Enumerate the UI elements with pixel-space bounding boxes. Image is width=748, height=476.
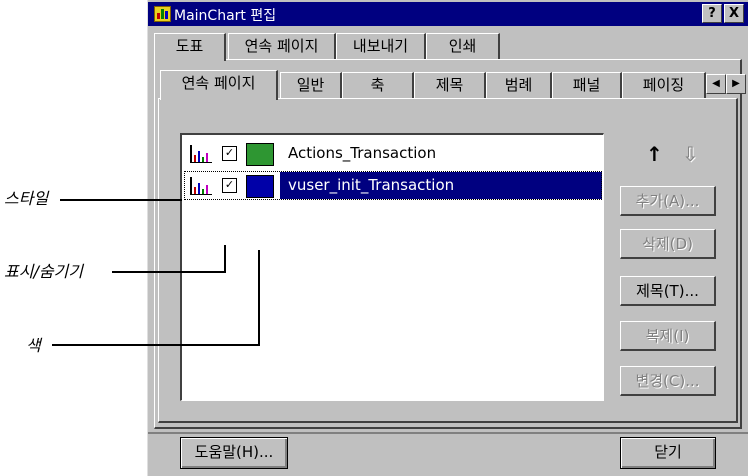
color-swatch[interactable] xyxy=(246,175,274,198)
callout-style-label: 스타일 xyxy=(4,189,49,208)
series-label: vuser_init_Transaction xyxy=(288,176,455,194)
close-button[interactable]: 닫기 xyxy=(620,437,716,469)
callout-show-hide-line-vertical xyxy=(224,245,226,273)
tab-chart[interactable]: 도표 xyxy=(154,33,226,61)
subtab-panel[interactable]: 패널 xyxy=(552,72,622,98)
chart-app-icon xyxy=(154,6,171,22)
visibility-checkbox[interactable]: ✓ xyxy=(222,178,237,193)
series-label: Actions_Transaction xyxy=(288,144,437,162)
subtab-title[interactable]: 제목 xyxy=(414,72,486,98)
add-button[interactable]: 추가(A)... xyxy=(620,186,716,216)
bar-chart-icon xyxy=(190,145,212,163)
delete-button[interactable]: 삭제(D) xyxy=(620,229,716,259)
list-item[interactable]: ✓ Actions_Transaction xyxy=(184,139,602,168)
visibility-checkbox[interactable]: ✓ xyxy=(222,146,237,161)
subtab-axis[interactable]: 축 xyxy=(342,72,414,98)
tab-export[interactable]: 내보내기 xyxy=(336,33,426,59)
subtab-series-page[interactable]: 연속 페이지 xyxy=(160,70,278,100)
change-button[interactable]: 변경(C)... xyxy=(620,366,716,396)
callout-color-label: 색 xyxy=(26,336,41,355)
move-up-arrow-icon[interactable]: ↑ xyxy=(646,142,663,166)
subtab-legend[interactable]: 범례 xyxy=(486,72,552,98)
tab-scroll-left-icon[interactable]: ◀ xyxy=(706,74,726,94)
bar-chart-icon xyxy=(190,177,212,195)
title-button[interactable]: 제목(T)... xyxy=(620,276,716,306)
title-bar[interactable]: MainChart 편집 ? X xyxy=(148,2,748,26)
tab-scroll-right-icon[interactable]: ▶ xyxy=(726,74,746,94)
help-button[interactable]: 도움말(H)... xyxy=(180,437,288,469)
subtab-paging[interactable]: 페이징 xyxy=(622,72,706,98)
callout-color-line xyxy=(52,344,260,346)
callout-show-hide-line xyxy=(112,271,226,273)
callout-show-hide-label: 표시/숨기기 xyxy=(4,262,83,281)
move-down-arrow-icon[interactable]: ⇩ xyxy=(682,142,699,166)
series-listbox[interactable]: ✓ Actions_Transaction ✓ vuser_init_Trans… xyxy=(180,133,604,401)
close-icon[interactable]: X xyxy=(724,4,744,23)
window-title: MainChart 편집 xyxy=(174,8,277,24)
copy-button[interactable]: 복제(I) xyxy=(620,321,716,351)
dialog-window: MainChart 편집 ? X 도표 연속 페이지 내보내기 인쇄 연속 페이… xyxy=(147,0,748,476)
callout-color-line-vertical xyxy=(258,250,260,346)
list-item[interactable]: ✓ vuser_init_Transaction xyxy=(184,171,602,200)
color-swatch[interactable] xyxy=(246,143,274,166)
subtab-general[interactable]: 일반 xyxy=(280,72,342,98)
tab-series-page[interactable]: 연속 페이지 xyxy=(228,33,336,59)
tab-print[interactable]: 인쇄 xyxy=(426,33,500,59)
callout-style-line xyxy=(60,199,182,201)
help-icon[interactable]: ? xyxy=(702,4,722,23)
